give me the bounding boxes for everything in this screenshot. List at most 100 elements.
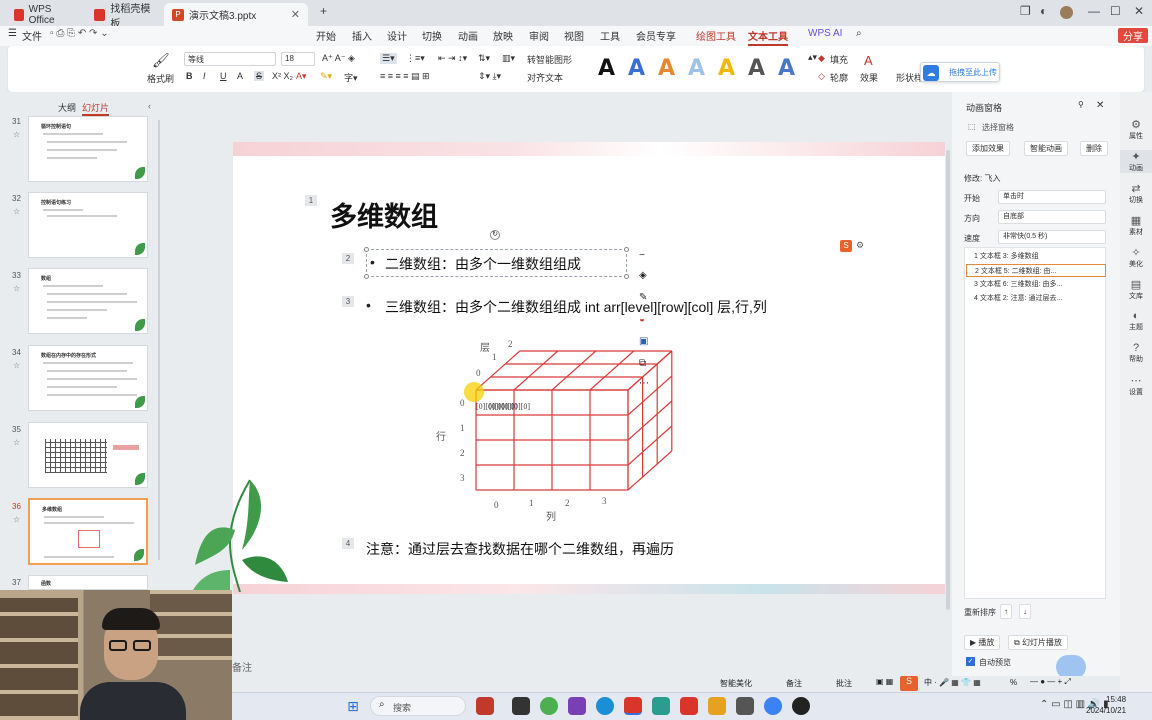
anim-tag-4[interactable]: 4 [342,538,354,549]
slide-thumb[interactable]: 控制语句练习 [28,192,148,258]
slide-thumb[interactable] [28,422,148,488]
fill-bucket-icon[interactable]: ◒ [639,314,645,325]
wps-taskbar-icon[interactable] [624,697,642,715]
bold-button[interactable]: B [186,71,193,81]
align-icons[interactable]: ≡ ≡ ≡ ≡ ▤ ⊞ [380,71,430,82]
animation-tool[interactable]: ✦ 动画 [1120,150,1152,173]
text-style-gallery[interactable]: A A A A A A A [594,50,804,84]
play-button[interactable]: ▶ 播放 [964,635,1001,650]
font-grow-icon[interactable]: A⁺ A⁻ ◈ [322,53,355,64]
resize-handle[interactable] [624,247,629,252]
strike-button[interactable]: S [254,71,265,81]
slide-thumb-selected[interactable]: 多维数组 [28,498,148,565]
menu-file[interactable]: 文件 [22,28,42,43]
comments-button[interactable]: 备注 [786,678,802,689]
menu-text-tools[interactable]: 文本工具 [748,28,788,46]
move-down-icon[interactable]: ↓ [1019,604,1031,619]
app-icon[interactable] [652,697,670,715]
gallery-more-icon[interactable]: ▴▾ [808,52,817,63]
speed-select[interactable]: 非常快(0.5 秒) [998,230,1106,244]
wps-ai-button[interactable]: WPS AI [808,28,842,39]
text-style-swatch[interactable]: A [688,56,705,81]
line-spacing-icon[interactable]: ⇕▾ ⤓▾ [478,71,501,82]
skin-icon[interactable]: ◐ [1040,4,1047,18]
task-view-icon[interactable] [512,697,530,715]
slide-title[interactable]: 多维数组 [330,195,438,234]
chrome-icon[interactable] [540,697,558,715]
menu-design[interactable]: 设计 [387,28,407,43]
slide-thumb[interactable]: 数组在内存中的存在形式 [28,345,148,411]
add-effect-button[interactable]: 添加效果 [966,141,1010,156]
direction-select[interactable]: 自底部 [998,210,1106,224]
pen-icon[interactable]: ✎ [639,292,647,303]
bullet-two-dim[interactable]: 二维数组：由多个一维数组组成 [385,254,581,274]
font-size-select[interactable]: 18 [281,52,315,66]
bullet-list-icon[interactable]: ☰▾ [380,53,397,64]
smart-graphic-button[interactable]: 转智能图形 [527,53,572,66]
edge-icon[interactable] [596,697,614,715]
share-button[interactable]: 分享 [1118,28,1148,43]
materials-tool[interactable]: ▦ 素材 [1120,214,1152,237]
minimize-icon[interactable]: — [1088,4,1100,18]
indent-icon[interactable]: ⇤ ⇥ ↕▾ [438,53,467,64]
outline-icon[interactable]: ◇ [818,71,825,82]
zoom-slider-icons[interactable]: — ● — + ⤢ [1030,677,1071,687]
text-style-swatch[interactable]: A [628,56,645,81]
anim-list-item[interactable]: 3 文本框 6: 三维数组: 由多... [966,278,1106,291]
numbered-list-icon[interactable]: ⋮≡▾ [406,53,425,64]
text-style-swatch[interactable]: A [718,56,735,81]
text-style-swatch[interactable]: A [748,56,765,81]
library-tool[interactable]: ▤ 文库 [1120,278,1152,301]
close-pane-icon[interactable]: ✕ [1096,100,1104,111]
slide-note-text[interactable]: 注意：通过层去查找数据在哪个二维数组，再遍历 [366,539,674,559]
layers-icon[interactable]: ◈ [639,270,647,281]
three-dim-array-diagram[interactable]: 层 行 列 2 1 0 0 1 2 3 0 1 2 3 [0][0][0] [0… [430,336,680,526]
new-tab-button[interactable]: + [320,4,327,18]
resize-handle[interactable] [364,274,369,279]
anim-tag-3[interactable]: 3 [342,296,354,307]
select-pane-link[interactable]: 选择窗格 [982,122,1014,133]
effects-button[interactable]: 效果 [860,71,878,84]
resize-handle[interactable] [364,247,369,252]
start-select[interactable]: 单击时 [998,190,1106,204]
help-tool[interactable]: ? 帮助 [1120,342,1152,364]
columns-icon[interactable]: ▥▾ [502,53,515,64]
format-painter-label[interactable]: 格式刷 [147,72,174,85]
taskbar-app-icon[interactable] [476,697,494,715]
settings-tool[interactable]: ⋯ 设置 [1120,374,1152,397]
restore-icon[interactable]: ❐ [1020,4,1031,18]
taskbar-search[interactable]: ⌕ 搜索 [370,696,466,716]
menu-view[interactable]: 视图 [564,28,584,43]
view-normal-icon[interactable]: ▣ ▦ [876,677,893,686]
tab-wps-office[interactable]: WPS Office [6,3,78,26]
settings-icon[interactable] [736,697,754,715]
highlight-icon[interactable]: ✎▾ [320,71,332,82]
select-pane-icon[interactable]: ⬚ [968,122,976,131]
shadow-icon[interactable]: A [237,71,243,81]
transition-tool[interactable]: ⇄ 切换 [1120,182,1152,205]
char-spacing-icon[interactable]: 字▾ [344,71,358,84]
beautify-tool[interactable]: ✧ 美化 [1120,246,1152,269]
menu-transition[interactable]: 切换 [422,28,442,43]
tab-slides[interactable]: 幻灯片 [82,101,110,116]
delete-button[interactable]: 删除 [1080,141,1108,156]
app-icon[interactable] [764,697,782,715]
shape-style-button[interactable]: 形状样 [896,71,923,84]
autopreview-checkbox[interactable]: ✓ [966,657,975,666]
slide-thumb[interactable]: 数组 [28,268,148,334]
wps-icon[interactable] [680,697,698,715]
resize-handle[interactable] [624,274,629,279]
menu-tools[interactable]: 工具 [600,28,620,43]
text-style-swatch[interactable]: A [598,56,615,81]
menu-home[interactable]: 开始 [316,28,336,43]
file-explorer-icon[interactable] [708,697,726,715]
sogou-ime-icon[interactable]: S [900,676,918,691]
font-name-select[interactable]: 等线 [184,52,276,66]
hamburger-icon[interactable]: ☰ [8,28,17,39]
theme-tool[interactable]: ◐ 主题 [1120,310,1152,332]
menu-review[interactable]: 审阅 [529,28,549,43]
superscript-icon[interactable]: X² X₂ [272,71,293,81]
slide-thumb[interactable]: 函数 [28,575,148,590]
rotate-handle-icon[interactable]: ↻ [490,230,500,240]
anim-tag-2[interactable]: 2 [342,253,354,264]
